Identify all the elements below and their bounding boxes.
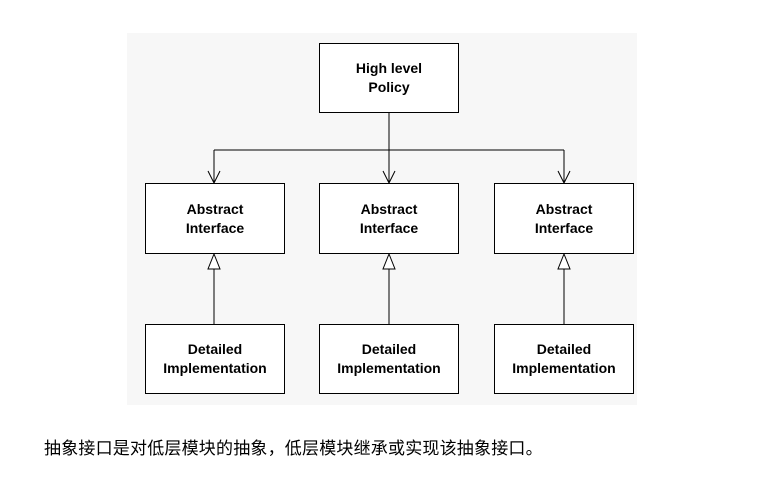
detailed-implementation-label-1: Detailed Implementation [163, 341, 267, 376]
abstract-interface-box-2: Abstract Interface [319, 183, 459, 254]
caption-text: 抽象接口是对低层模块的抽象，低层模块继承或实现该抽象接口。 [44, 439, 543, 459]
realization-triangle-1 [207, 252, 221, 270]
detailed-implementation-box-2: Detailed Implementation [319, 324, 459, 394]
detailed-implementation-label-3: Detailed Implementation [512, 341, 616, 376]
abstract-interface-label-1: Abstract Interface [185, 200, 245, 236]
abstract-interface-box-3: Abstract Interface [494, 183, 634, 254]
detailed-implementation-box-3: Detailed Implementation [494, 324, 634, 394]
high-level-policy-box: High level Policy [319, 43, 459, 113]
abstract-interface-label-2: Abstract Interface [359, 200, 419, 236]
realization-triangle-2 [382, 252, 396, 270]
high-level-policy-label: High level Policy [355, 60, 423, 95]
abstract-interface-label-3: Abstract Interface [534, 200, 594, 236]
detailed-implementation-label-2: Detailed Implementation [337, 341, 441, 376]
realization-triangle-3 [557, 252, 571, 270]
detailed-implementation-box-1: Detailed Implementation [145, 324, 285, 394]
abstract-interface-box-1: Abstract Interface [145, 183, 285, 254]
